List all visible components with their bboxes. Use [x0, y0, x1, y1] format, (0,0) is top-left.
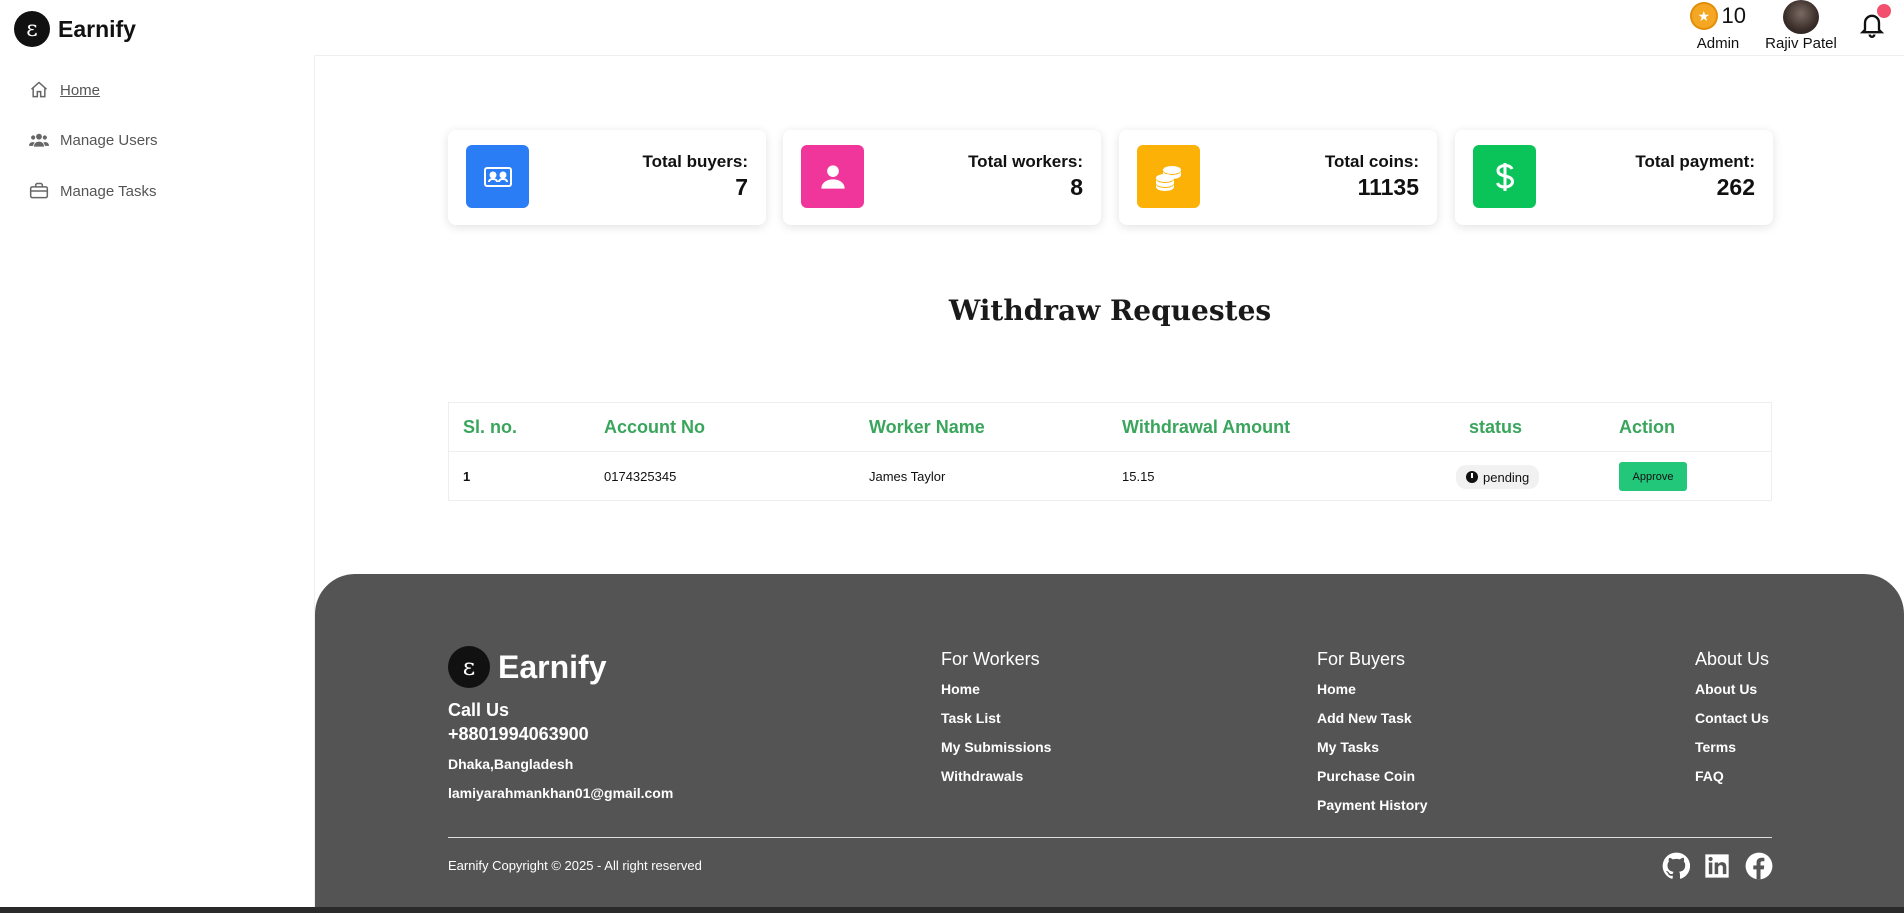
row-divider	[449, 451, 1771, 452]
stat-card-buyers: Total buyers: 7	[448, 130, 766, 225]
column-header: status	[1469, 417, 1523, 437]
footer-link-my-submissions[interactable]: My Submissions	[941, 739, 1051, 758]
footer-link-faq[interactable]: FAQ	[1695, 768, 1769, 787]
footer-link-contact-us[interactable]: Contact Us	[1695, 710, 1769, 729]
footer-link-task-list[interactable]: Task List	[941, 710, 1051, 729]
stat-card-workers: Total workers: 8	[783, 130, 1101, 225]
cell-sl: 1	[463, 469, 471, 484]
footer-col-workers: For Workers Home Task List My Submission…	[941, 649, 1051, 797]
stat-label: Total workers:	[968, 152, 1083, 171]
cell-amount: 15.15	[1122, 469, 1155, 484]
card-icon-box	[1137, 145, 1200, 208]
coins-icon	[1155, 165, 1181, 191]
footer-link-home[interactable]: Home	[941, 681, 1051, 700]
footer-link-my-tasks[interactable]: My Tasks	[1317, 739, 1427, 758]
call-us-heading: Call Us	[448, 700, 510, 720]
user-role: Admin	[1696, 35, 1740, 52]
card-icon-box	[1473, 145, 1536, 208]
footer-brand-name: Earnify	[498, 648, 607, 685]
linkedin-icon[interactable]	[1703, 852, 1731, 880]
brand-name: Earnify	[58, 15, 136, 42]
stat-label: Total payment:	[1635, 152, 1755, 171]
clock-icon	[1466, 471, 1478, 483]
footer-link-add-new-task[interactable]: Add New Task	[1317, 710, 1427, 729]
coin-count: 10	[1721, 3, 1746, 28]
sidebar-item-label: Home	[60, 81, 101, 99]
footer-link-terms[interactable]: Terms	[1695, 739, 1769, 758]
footer-col-title: For Buyers	[1317, 649, 1406, 669]
footer-link-withdrawals[interactable]: Withdrawals	[941, 768, 1051, 787]
brand-logo: ɛ	[14, 11, 50, 47]
facebook-icon[interactable]	[1745, 852, 1773, 880]
top-bar: ɛ Earnify ★ 10 Admin Rajiv Patel	[0, 0, 1904, 56]
sidebar-item-label: Manage Users	[60, 131, 158, 149]
stat-value: 7	[735, 174, 748, 200]
section-title: Withdraw Requestes	[948, 294, 1272, 327]
phone-number: +8801994063900	[448, 724, 589, 744]
cell-account: 0174325345	[604, 469, 677, 484]
footer-brand[interactable]: ɛ Earnify	[448, 646, 606, 688]
sidebar-item-manage-tasks[interactable]: Manage Tasks	[28, 181, 156, 201]
avatar[interactable]	[1783, 0, 1819, 34]
footer-col-buyers: For Buyers Home Add New Task My Tasks Pu…	[1317, 649, 1427, 826]
approve-button[interactable]: Approve	[1619, 462, 1687, 491]
stat-card-payment: Total payment: 262	[1455, 130, 1773, 225]
sidebar-item-manage-users[interactable]: Manage Users	[28, 130, 158, 150]
sidebar-item-home[interactable]: Home	[28, 80, 100, 100]
footer-link-purchase-coin[interactable]: Purchase Coin	[1317, 768, 1427, 787]
stat-label: Total buyers:	[642, 152, 748, 171]
home-icon	[31, 81, 47, 98]
footer-link-home[interactable]: Home	[1317, 681, 1427, 700]
users-icon	[29, 133, 49, 147]
status-badge: pending	[1456, 465, 1540, 489]
column-header: Withdrawal Amount	[1122, 417, 1291, 437]
github-icon[interactable]	[1662, 852, 1690, 880]
card-icon-box	[801, 145, 864, 208]
user-name: Rajiv Patel	[1765, 35, 1837, 52]
footer-divider	[448, 837, 1772, 838]
user-icon	[820, 164, 845, 189]
withdraw-table: Sl. no. Account No Worker Name Withdrawa…	[448, 402, 1772, 501]
footer-col-title: For Workers	[941, 649, 1040, 669]
column-header: Worker Name	[869, 417, 985, 437]
header-divider	[315, 55, 1904, 56]
column-header: Action	[1619, 417, 1675, 437]
status-text: pending	[1483, 469, 1530, 485]
briefcase-icon	[29, 182, 49, 199]
column-header: Sl. no.	[463, 417, 517, 437]
footer-logo: ɛ	[448, 646, 490, 688]
stat-card-coins: Total coins: 11135	[1119, 130, 1437, 225]
sidebar: Home Manage Users Manage Tasks	[0, 56, 315, 913]
footer-link-about-us[interactable]: About Us	[1695, 681, 1769, 700]
card-icon-box	[466, 145, 529, 208]
address: Dhaka,Bangladesh	[448, 756, 574, 772]
footer-col-title: About Us	[1695, 649, 1770, 669]
user-profile[interactable]: Rajiv Patel	[1762, 0, 1840, 52]
column-header: Account No	[604, 417, 705, 437]
brand[interactable]: ɛ Earnify	[14, 11, 136, 47]
sidebar-item-label: Manage Tasks	[60, 182, 157, 200]
copyright: Earnify Copyright © 2025 - All right res…	[448, 858, 702, 873]
id-card-icon	[483, 166, 512, 187]
cell-worker: James Taylor	[869, 469, 946, 484]
footer-col-about: About Us About Us Contact Us Terms FAQ	[1695, 649, 1769, 797]
coin-balance: ★ 10 Admin	[1690, 2, 1746, 52]
notification-dot	[1877, 4, 1891, 18]
stat-label: Total coins:	[1324, 152, 1419, 171]
coin-icon: ★	[1690, 2, 1718, 30]
window-bottom-edge	[0, 907, 1904, 913]
stat-value: 262	[1716, 174, 1755, 200]
footer-link-payment-history[interactable]: Payment History	[1317, 797, 1427, 816]
email: lamiyarahmankhan01@gmail.com	[448, 785, 674, 801]
stat-value: 11135	[1357, 174, 1419, 200]
dollar-icon	[1495, 162, 1514, 191]
footer: ɛ Earnify Call Us +8801994063900 Dhaka,B…	[315, 574, 1904, 913]
stat-value: 8	[1070, 174, 1083, 200]
